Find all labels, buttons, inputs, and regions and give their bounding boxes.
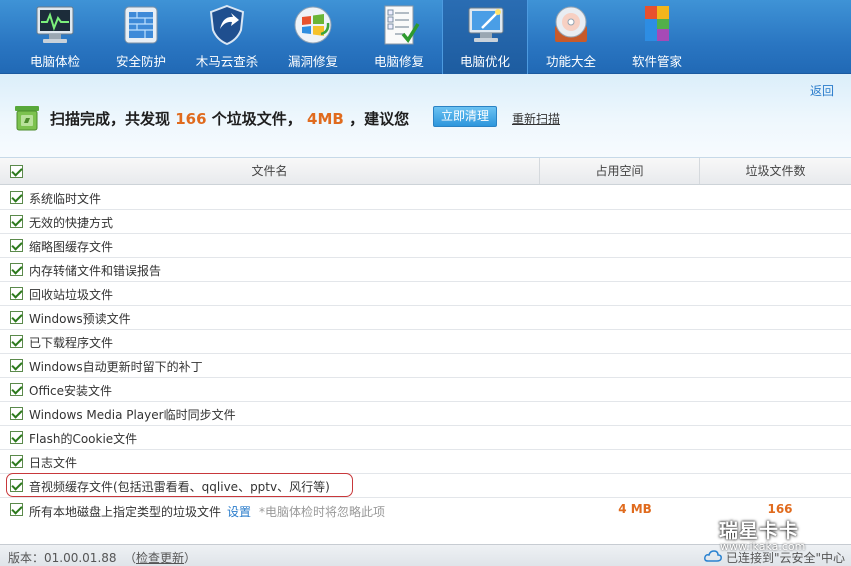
trojan-shield-icon [209,4,245,46]
all-disks-label-group: 所有本地磁盘上指定类型的垃圾文件 设置 *电脑体检时将忽略此项 [29,503,385,520]
tool-label: 漏洞修复 [287,54,338,69]
software-blocks-icon [645,6,669,41]
windows-patch-icon [294,6,332,44]
site-watermark: 瑞星卡卡 www.ikaka.com [719,516,843,562]
junk-size-value: 4 MB [618,502,652,516]
tool-all-features[interactable]: 功能大全 [528,0,614,74]
table-row[interactable]: Windows预读文件 [0,306,851,330]
row-checkbox[interactable] [10,311,23,324]
tool-pc-optimize[interactable]: 电脑优化 [442,0,528,74]
monitor-health-icon [36,6,74,43]
row-checkbox[interactable] [10,455,23,468]
rescan-link[interactable]: 重新扫描 [512,110,560,127]
settings-link[interactable]: 设置 [227,505,251,519]
row-checkbox[interactable] [10,191,23,204]
tool-vuln-fix[interactable]: 漏洞修复 [270,0,356,74]
row-checkbox[interactable] [10,359,23,372]
table-row[interactable]: 无效的快捷方式 [0,210,851,234]
back-link[interactable]: 返回 [810,82,834,99]
disc-toolbox-icon [555,6,587,42]
optimize-wand-icon [468,7,504,42]
tool-label: 安全防护 [115,54,166,69]
table-row[interactable]: 回收站垃圾文件 [0,282,851,306]
column-junk-count[interactable]: 垃圾文件数 [700,158,851,184]
tool-pc-checkup[interactable]: 电脑体检 [12,0,98,74]
tool-label: 电脑优化 [459,54,510,69]
row-label: 无效的快捷方式 [29,216,114,230]
table-row[interactable]: 内存转储文件和错误报告 [0,258,851,282]
trash-bin-icon [15,106,39,131]
row-label: 回收站垃圾文件 [29,288,114,302]
junk-total-size: 4MB [307,110,344,128]
column-file-name[interactable]: 文件名 [0,158,540,184]
watermark-url: www.ikaka.com [720,540,806,553]
junk-file-count: 166 [175,110,207,128]
row-label: 缩略图缓存文件 [29,240,114,254]
row-checkbox[interactable] [10,239,23,252]
junk-count-value: 166 [767,502,793,516]
row-label: 内存转储文件和错误报告 [29,264,162,278]
table-row[interactable]: 系统临时文件 [0,186,851,210]
row-checkbox[interactable] [10,383,23,396]
tool-pc-repair[interactable]: 电脑修复 [356,0,442,74]
firewall-icon [124,6,158,44]
row-label: Windows自动更新时留下的补丁 [29,360,203,374]
tool-label: 木马云查杀 [195,54,259,69]
result-mid: 个垃圾文件， [211,110,302,128]
check-update-group: （检查更新） [124,549,196,566]
tool-trojan-scan[interactable]: 木马云查杀 [184,0,270,74]
row-checkbox[interactable] [10,215,23,228]
check-update-link[interactable]: 检查更新 [136,551,184,565]
checklist-icon [384,5,420,45]
row-checkbox[interactable] [10,263,23,276]
row-label: Windows预读文件 [29,312,131,326]
all-disks-label: 所有本地磁盘上指定类型的垃圾文件 [29,505,222,519]
highlight-annotation [6,473,353,497]
main-toolbar: 电脑体检 安全防护 木马云查杀 漏洞修复 电脑修复 电脑优化 功能大全 软件管家 [0,0,851,74]
table-row[interactable]: 缩略图缓存文件 [0,234,851,258]
tool-label: 软件管家 [631,54,682,69]
row-label: 已下载程序文件 [29,336,114,350]
result-prefix: 扫描完成，共发现 [50,110,171,128]
row-checkbox[interactable] [10,407,23,420]
row-label: 系统临时文件 [29,192,102,206]
ignore-hint: *电脑体检时将忽略此项 [259,505,386,519]
row-checkbox[interactable] [10,431,23,444]
tool-label: 功能大全 [545,54,596,69]
watermark-brand: 瑞星卡卡 [719,520,800,542]
tool-label: 电脑修复 [373,54,424,69]
row-label: Windows Media Player临时同步文件 [29,408,236,422]
column-space[interactable]: 占用空间 [540,158,700,184]
result-suffix: ，建议您 [349,110,410,128]
row-label: 日志文件 [29,456,78,470]
table-row[interactable]: Windows Media Player临时同步文件 [0,402,851,426]
version-text: 版本：01.00.01.88 [8,551,117,565]
table-row[interactable]: 日志文件 [0,450,851,474]
tool-security[interactable]: 安全防护 [98,0,184,74]
clean-now-button[interactable]: 立即清理 [433,106,497,127]
table-row[interactable]: Windows自动更新时留下的补丁 [0,354,851,378]
paren-open: （ [124,551,137,565]
paren-close: ） [184,551,197,565]
scan-summary: 返回 扫描完成，共发现 166 个垃圾文件， 4MB ，建议您 立即清理 重新扫… [0,74,851,158]
row-checkbox[interactable] [10,335,23,348]
row-checkbox[interactable] [10,287,23,300]
row-label: Flash的Cookie文件 [29,432,138,446]
tool-software-manager[interactable]: 软件管家 [614,0,700,74]
scan-result-text: 扫描完成，共发现 166 个垃圾文件， 4MB ，建议您 [50,108,409,129]
tool-label: 电脑体检 [29,54,80,69]
row-label: Office安装文件 [29,384,113,398]
table-header: 文件名 占用空间 垃圾文件数 [0,158,851,185]
table-row[interactable]: Flash的Cookie文件 [0,426,851,450]
table-row[interactable]: 已下载程序文件 [0,330,851,354]
table-row[interactable]: Office安装文件 [0,378,851,402]
all-disks-checkbox[interactable] [10,503,23,516]
